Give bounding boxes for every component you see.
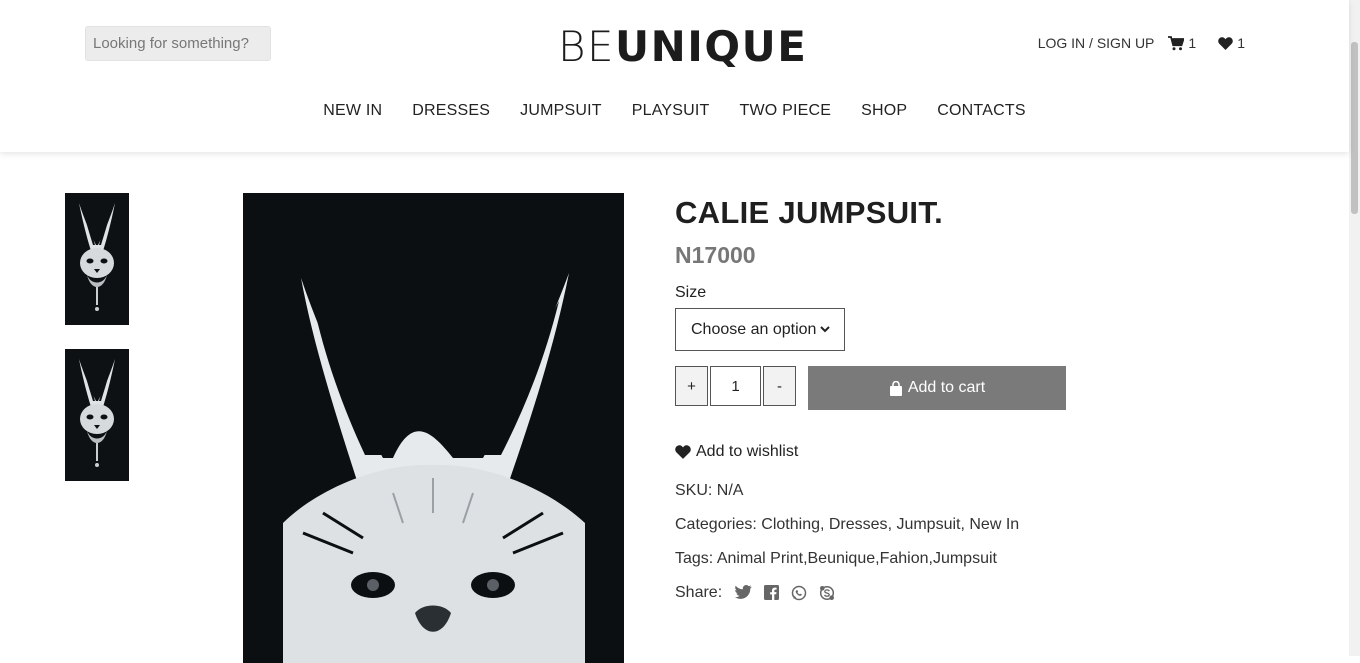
size-select[interactable]: Choose an option — [675, 308, 845, 351]
main-nav: NEW IN DRESSES JUMPSUIT PLAYSUIT TWO PIE… — [0, 102, 1349, 120]
nav-item-two-piece[interactable]: TWO PIECE — [740, 102, 832, 120]
facebook-icon[interactable] — [763, 584, 779, 601]
site-logo[interactable]: BEUNIQUE — [558, 22, 807, 71]
tags-value[interactable]: Animal Print,Beunique,Fahion,Jumpsuit — [717, 550, 997, 567]
page-scrollbar[interactable] — [1349, 0, 1360, 656]
categories-row: Categories: Clothing, Dresses, Jumpsuit,… — [675, 516, 1020, 533]
product-thumbnail-1[interactable] — [65, 193, 129, 325]
quantity-input[interactable] — [710, 366, 761, 406]
chevron-down-icon — [820, 326, 830, 333]
heart-icon — [675, 445, 691, 459]
categories-label: Categories: — [675, 516, 757, 533]
size-label: Size — [675, 284, 707, 301]
quantity-plus-button[interactable]: + — [675, 366, 708, 406]
category-link-jumpsuit[interactable]: Jumpsuit — [896, 516, 960, 533]
twitter-icon[interactable] — [734, 584, 752, 601]
size-select-value: Choose an option — [691, 320, 817, 338]
sku-label: SKU: — [675, 482, 713, 499]
category-link-clothing[interactable]: Clothing — [761, 516, 820, 533]
quantity-stepper: + - — [675, 366, 796, 406]
site-header: BEUNIQUE LOG IN / SIGN UP 1 1 NEW IN DRE… — [0, 0, 1349, 152]
login-signup-link[interactable]: LOG IN / SIGN UP — [1038, 35, 1155, 51]
logo-light-text: BE — [558, 22, 616, 71]
nav-item-dresses[interactable]: DRESSES — [412, 102, 490, 120]
category-link-dresses[interactable]: Dresses — [829, 516, 888, 533]
add-to-cart-label: Add to cart — [907, 379, 986, 396]
add-to-wishlist-link[interactable]: Add to wishlist — [675, 443, 798, 461]
sku-row: SKU: N/A — [675, 482, 743, 500]
tags-row: Tags: Animal Print,Beunique,Fahion,Jumps… — [675, 550, 997, 568]
nav-item-playsuit[interactable]: PLAYSUIT — [632, 102, 710, 120]
product-price: N17000 — [675, 242, 756, 268]
cart-count: 1 — [1188, 35, 1197, 51]
cart-icon — [1168, 35, 1185, 50]
nav-item-contacts[interactable]: CONTACTS — [937, 102, 1025, 120]
wishlist-header-button[interactable]: 1 — [1218, 35, 1245, 51]
logo-bold-text: UNIQUE — [615, 22, 808, 71]
product-main-image[interactable] — [243, 193, 624, 663]
product-info: CALIE JUMPSUIT. N17000 Size Choose an op… — [675, 193, 1066, 601]
product-title: CALIE JUMPSUIT. — [675, 195, 944, 230]
nav-item-shop[interactable]: SHOP — [861, 102, 907, 120]
skype-icon[interactable] — [819, 585, 835, 601]
category-link-new-in[interactable]: New In — [969, 516, 1019, 533]
account-area: LOG IN / SIGN UP 1 1 — [1038, 35, 1245, 51]
search-input[interactable] — [85, 26, 271, 61]
cart-button[interactable]: 1 — [1168, 35, 1196, 51]
whatsapp-icon[interactable] — [791, 585, 807, 601]
wishlist-count: 1 — [1237, 35, 1245, 51]
heart-icon — [1218, 36, 1233, 50]
product-thumbnail-2[interactable] — [65, 349, 129, 481]
nav-item-jumpsuit[interactable]: JUMPSUIT — [520, 102, 602, 120]
share-row: Share: — [675, 584, 835, 602]
add-to-cart-button[interactable]: Add to cart — [808, 366, 1066, 410]
nav-item-new-in[interactable]: NEW IN — [323, 102, 382, 120]
scrollbar-thumb[interactable] — [1351, 42, 1358, 214]
add-to-wishlist-label: Add to wishlist — [696, 443, 799, 460]
quantity-minus-button[interactable]: - — [763, 366, 796, 406]
sku-value: N/A — [716, 482, 744, 499]
shopping-bag-icon — [889, 380, 902, 396]
share-label: Share: — [675, 584, 723, 601]
tags-label: Tags: — [675, 550, 714, 567]
